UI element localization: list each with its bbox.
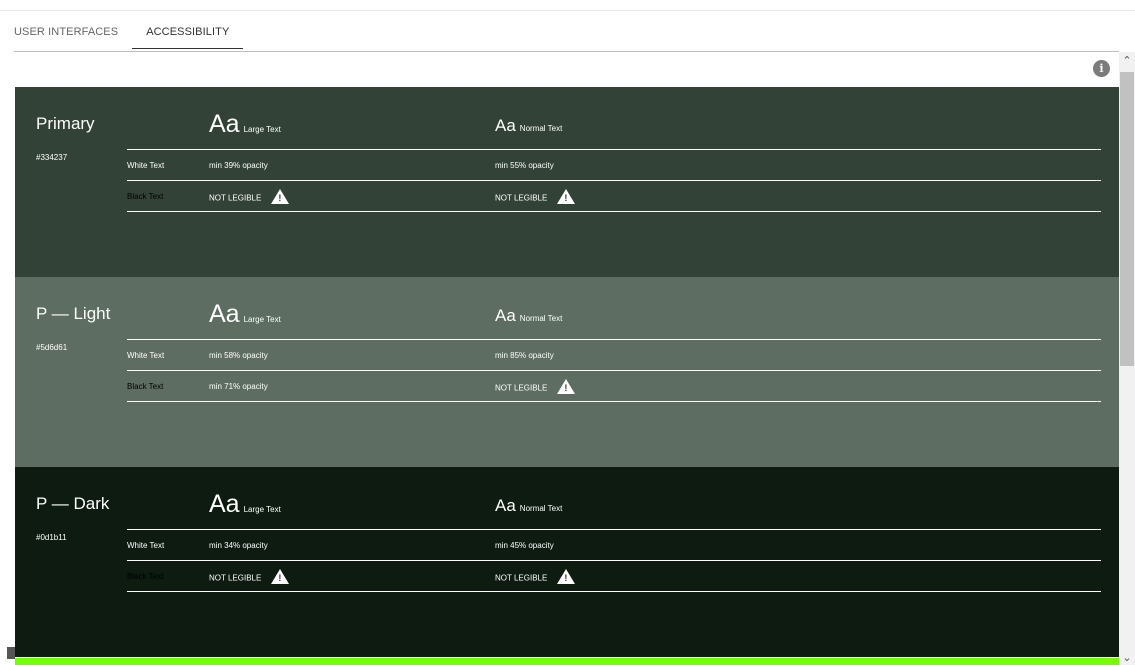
panel-title: P — Light [36,304,111,323]
warning-icon [557,379,576,394]
large-text-sample: Aa Large Text [209,110,281,138]
color-panel-primary: Primary #334237 Aa Large Text Aa Normal Te… [15,87,1119,277]
black-text-label: Black Text [127,572,164,581]
white-large-value: min 58% opacity [209,351,268,360]
white-text-label: White Text [127,541,165,550]
top-divider [0,10,1135,11]
resize-handle[interactable] [7,647,15,659]
panel-title: Primary [36,114,95,133]
black-text-label: Black Text [127,192,164,201]
black-normal-value: NOT LEGIBLE [495,379,576,396]
row-divider [127,591,1101,592]
black-normal-value: NOT LEGIBLE [495,189,576,206]
normal-text-sample: Aa Normal Text [495,306,563,325]
row-divider [127,370,1101,371]
scrollbar-thumb[interactable] [1120,72,1134,366]
panel-hex: #5d6d61 [36,343,68,352]
black-large-value: NOT LEGIBLE [209,569,290,586]
warning-icon [271,189,290,204]
row-divider [127,149,1101,150]
black-large-value: min 71% opacity [209,382,268,391]
scroll-down-icon[interactable]: ⌄ [1119,651,1135,665]
warning-icon [271,569,290,584]
white-normal-value: min 55% opacity [495,161,554,170]
scroll-up-icon[interactable]: ⌃ [1119,54,1135,68]
panel-title: P — Dark [36,494,110,513]
vertical-scrollbar[interactable]: ⌃ ⌄ [1119,52,1135,665]
black-normal-value: NOT LEGIBLE [495,569,576,586]
white-large-value: min 39% opacity [209,161,268,170]
black-text-label: Black Text [127,382,164,391]
panel-hex: #334237 [36,153,68,162]
color-panel-dark: P — Dark #0d1b11 Aa Large Text Aa Normal T… [15,467,1119,657]
normal-text-sample: Aa Normal Text [495,496,563,515]
warning-icon [557,189,576,204]
tab-accessibility[interactable]: ACCESSIBILITY [132,22,244,49]
info-icon[interactable]: i [1093,60,1110,77]
color-panel-light: P — Light #5d6d61 Aa Large Text Aa Normal … [15,277,1119,467]
black-large-value: NOT LEGIBLE [209,189,290,206]
tab-divider [14,51,1119,52]
large-text-sample: Aa Large Text [209,300,281,328]
row-divider [127,560,1101,561]
normal-text-sample: Aa Normal Text [495,116,563,135]
white-text-label: White Text [127,161,165,170]
panel-hex: #0d1b11 [36,533,67,542]
white-normal-value: min 85% opacity [495,351,554,360]
row-divider [127,401,1101,402]
white-large-value: min 34% opacity [209,541,268,550]
row-divider [127,211,1101,212]
large-text-sample: Aa Large Text [209,490,281,518]
row-divider [127,180,1101,181]
accent-bar [15,658,1119,665]
white-text-label: White Text [127,351,165,360]
tab-bar: USER INTERFACES ACCESSIBILITY [14,22,257,52]
row-divider [127,529,1101,530]
tab-user-interfaces[interactable]: USER INTERFACES [14,22,118,52]
warning-icon [557,569,576,584]
row-divider [127,339,1101,340]
white-normal-value: min 45% opacity [495,541,554,550]
